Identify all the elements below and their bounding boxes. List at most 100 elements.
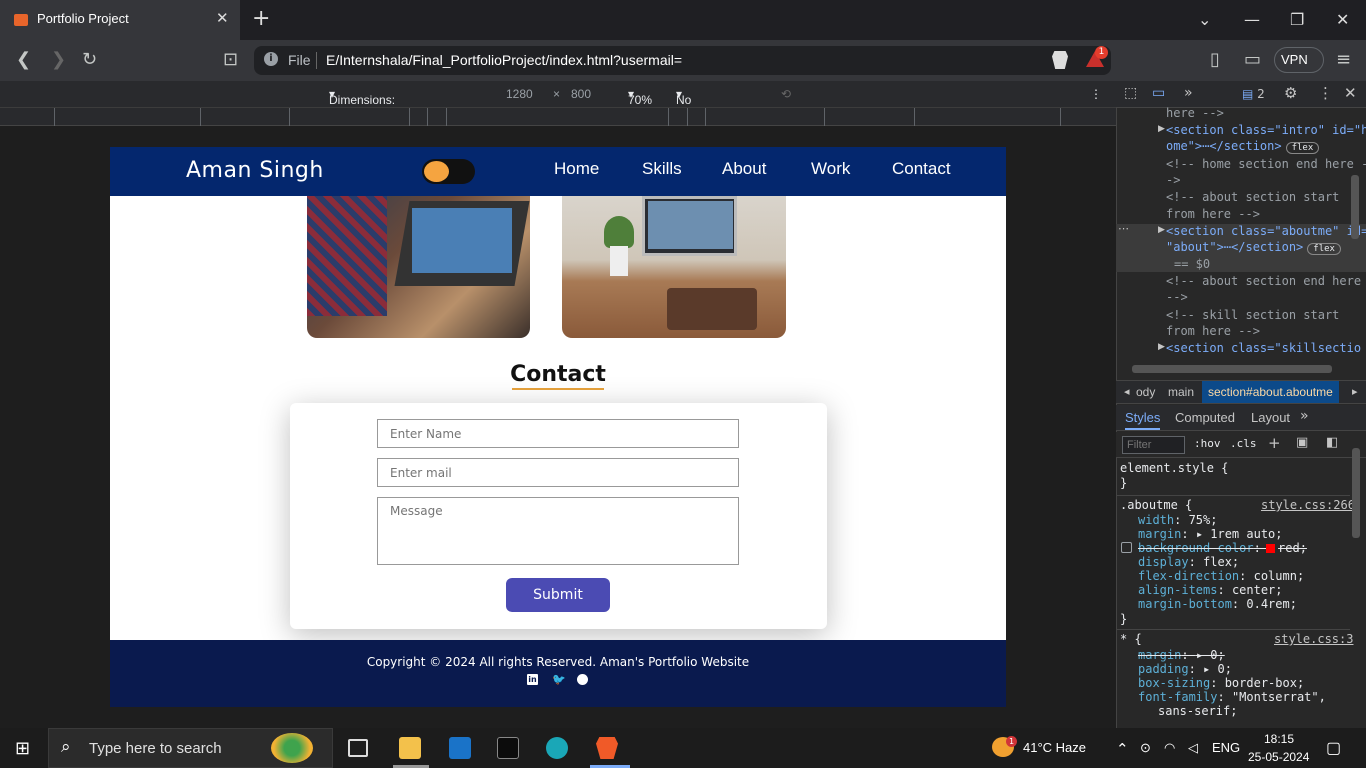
dom-comment-line[interactable]: <!-- about section end here [1166, 274, 1361, 288]
flex-badge[interactable]: flex [1285, 142, 1320, 154]
devtools-menu-icon[interactable]: ⋮ [1318, 84, 1333, 102]
crumb-body[interactable]: ody [1136, 385, 1155, 399]
wifi-icon[interactable]: ◠ [1164, 740, 1175, 756]
address-bar[interactable]: i File E/Internshala/Final_PortfolioProj… [254, 46, 1111, 75]
style-declaration[interactable]: align-items: center; [1138, 583, 1283, 597]
flex-badge[interactable]: flex [1307, 243, 1341, 255]
sidebar-icon[interactable]: ▯ [1210, 49, 1220, 70]
dom-comment-line[interactable]: <!-- home section end here - [1166, 157, 1366, 171]
style-declaration[interactable]: margin: ▸ 1rem auto; [1138, 527, 1283, 541]
style-declaration[interactable]: font-family: "Montserrat", [1138, 690, 1326, 704]
dom-node-line[interactable]: <section class="skillsectio [1166, 341, 1361, 355]
mail-icon[interactable] [449, 737, 471, 759]
style-rule-selector[interactable]: * {style.css:3 [1120, 632, 1353, 646]
clock-time[interactable]: 18:15 [1264, 732, 1294, 746]
node-actions-icon[interactable]: ⋯ [1118, 222, 1129, 235]
device-toggle-icon[interactable]: ▭ [1152, 85, 1165, 101]
close-devtools-icon[interactable]: ✕ [1344, 84, 1357, 102]
minimize-icon[interactable]: — [1244, 10, 1260, 29]
show-hidden-icon[interactable]: ⌃ [1116, 740, 1129, 758]
expand-arrow-icon[interactable]: ▶ [1158, 124, 1165, 134]
styles-filter-input[interactable] [1122, 436, 1185, 454]
meet-icon[interactable]: ⊙ [1140, 740, 1151, 756]
throttling-dropdown[interactable]: No throttling ▾ [676, 87, 722, 121]
email-input[interactable] [377, 458, 739, 487]
task-view-icon[interactable] [348, 739, 368, 757]
rotate-icon[interactable]: ⟲ [781, 87, 791, 101]
site-brand[interactable]: Aman Singh [186, 158, 324, 183]
expand-arrow-icon[interactable]: ▶ [1158, 342, 1165, 352]
style-declaration[interactable]: padding: ▸ 0; [1138, 662, 1232, 676]
dimensions-dropdown[interactable]: Dimensions: Nest Hub Max ▾ [329, 87, 395, 135]
style-declaration[interactable]: flex-direction: column; [1138, 569, 1304, 583]
dom-comment-line[interactable]: -> [1166, 173, 1180, 187]
expand-arrow-icon[interactable]: ▶ [1158, 225, 1165, 235]
crumb-main[interactable]: main [1168, 385, 1194, 399]
url-text[interactable]: E/Internshala/Final_PortfolioProject/ind… [326, 52, 682, 68]
style-rule-selector[interactable]: .aboutme {style.css:266 [1120, 498, 1355, 512]
notifications-icon[interactable]: ▢ [1326, 738, 1341, 758]
edge-icon[interactable] [546, 737, 568, 759]
height-input[interactable]: 800 [571, 87, 591, 101]
menu-icon[interactable]: ≡ [1336, 49, 1351, 70]
elements-scrollbar[interactable] [1351, 175, 1359, 239]
style-declaration[interactable]: box-sizing: border-box; [1138, 676, 1304, 690]
new-tab-button[interactable]: + [252, 6, 270, 31]
sidebar-toggle-icon[interactable]: ◧ [1326, 435, 1338, 450]
taskbar-search[interactable]: ⌕ Type here to search [48, 728, 333, 768]
dom-comment-line[interactable]: <!-- skill section start [1166, 308, 1339, 322]
volume-icon[interactable]: ◁ [1188, 740, 1198, 756]
windows-start-icon[interactable]: ⊞ [15, 738, 30, 759]
tab-styles[interactable]: Styles [1125, 410, 1161, 430]
submit-button[interactable]: Submit [506, 578, 610, 612]
inspect-icon[interactable]: ⬚ [1124, 85, 1137, 101]
bookmark-icon[interactable]: ⊡ [223, 49, 238, 70]
style-declaration[interactable]: display: flex; [1138, 555, 1239, 569]
dom-node-line[interactable]: "about">⋯</section> flex [1166, 240, 1341, 256]
restore-icon[interactable]: ❐ [1290, 10, 1304, 29]
terminal-icon[interactable] [497, 737, 519, 759]
style-rule-selector[interactable]: } [1120, 612, 1127, 626]
color-swatch[interactable] [1266, 544, 1276, 553]
style-declaration[interactable]: margin: ▸ 0; [1138, 648, 1225, 662]
width-input[interactable]: 1280 [506, 87, 533, 101]
style-value-continuation[interactable]: sans-serif; [1158, 704, 1237, 718]
settings-icon[interactable]: ⚙ [1284, 84, 1297, 102]
info-icon[interactable]: i [264, 52, 278, 66]
style-declaration[interactable]: width: 75%; [1138, 513, 1217, 527]
close-window-icon[interactable]: ✕ [1336, 10, 1349, 29]
wallet-icon[interactable]: ▭ [1244, 49, 1261, 70]
add-rule-icon[interactable]: + [1268, 434, 1281, 452]
dom-comment-line[interactable]: --> [1166, 290, 1188, 304]
elements-horizontal-scrollbar[interactable] [1132, 365, 1332, 373]
tab-layout[interactable]: Layout [1251, 410, 1290, 425]
zoom-dropdown[interactable]: 70% ▾ [628, 87, 652, 107]
more-panels-icon[interactable]: » [1300, 408, 1309, 424]
nav-skills[interactable]: Skills [642, 159, 682, 179]
dom-comment-line[interactable]: from here --> [1166, 324, 1260, 338]
dom-comment-line[interactable]: from here --> [1166, 207, 1260, 221]
vpn-button[interactable]: VPN [1274, 47, 1324, 73]
back-icon[interactable]: ❮ [16, 49, 31, 70]
dom-node-line[interactable]: <section class="aboutme" id= [1166, 224, 1366, 238]
forward-icon[interactable]: ❯ [51, 49, 66, 70]
browser-tab[interactable]: Portfolio Project ✕ [0, 0, 240, 40]
style-source-link[interactable]: style.css:3 [1274, 632, 1353, 646]
message-input[interactable] [377, 497, 739, 565]
linkedin-icon[interactable]: in [527, 674, 538, 685]
toggle-declaration-checkbox[interactable] [1121, 542, 1132, 553]
language-indicator[interactable]: ENG [1212, 740, 1240, 755]
nav-contact[interactable]: Contact [892, 159, 951, 179]
clock-date[interactable]: 25-05-2024 [1248, 750, 1309, 764]
nav-about[interactable]: About [722, 159, 766, 179]
name-input[interactable] [377, 419, 739, 448]
tab-search-icon[interactable]: ⌄ [1198, 10, 1211, 29]
tab-computed[interactable]: Computed [1175, 410, 1235, 425]
more-options-icon[interactable]: ⋮ [1090, 87, 1102, 101]
crumb-right-icon[interactable]: ▸ [1352, 385, 1358, 398]
dom-node-line[interactable]: ome">⋯</section> flex [1166, 139, 1320, 155]
close-tab-icon[interactable]: ✕ [216, 9, 229, 27]
crumb-left-icon[interactable]: ◂ [1124, 385, 1130, 398]
dom-node-line[interactable]: <section class="intro" id="h [1166, 123, 1366, 137]
style-rule-selector[interactable]: } [1120, 476, 1127, 490]
